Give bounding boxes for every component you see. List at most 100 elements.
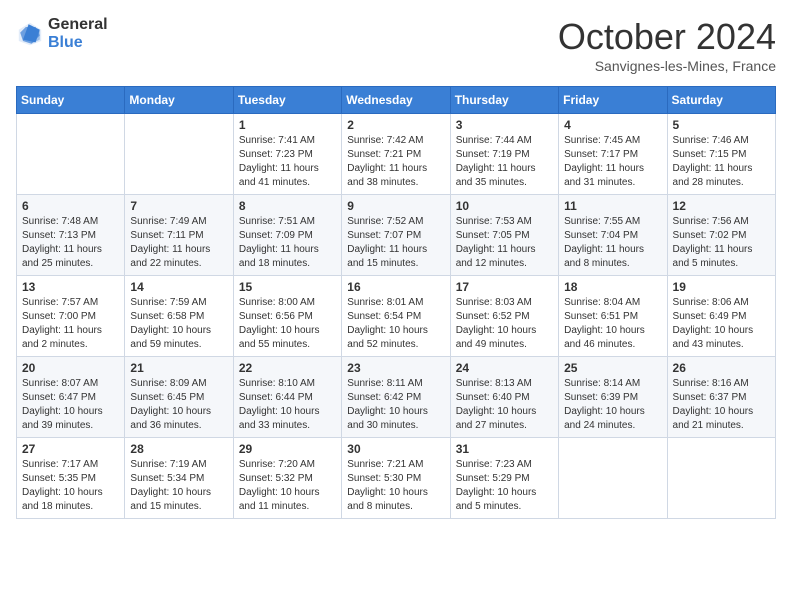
weekday-header: Thursday [450,87,558,114]
day-info: Sunrise: 7:51 AMSunset: 7:09 PMDaylight:… [239,215,336,271]
calendar-cell: 31Sunrise: 7:23 AMSunset: 5:29 PMDayligh… [450,438,558,519]
calendar-week-row: 20 Sunrise: 8:07 AMSunset: 6:47 PMDayligh… [17,357,776,438]
month-title: October 2024 [558,16,776,58]
day-info: Sunrise: 8:01 AMSunset: 6:54 PMDaylight:… [347,296,444,352]
day-info: Sunrise: 7:59 AMSunset: 6:58 PMDaylight:… [130,296,227,352]
day-number: 7 [130,199,227,213]
header-row: SundayMondayTuesdayWednesdayThursdayFrid… [17,87,776,114]
logo-general: General [48,16,108,34]
day-number: 13 [22,280,119,294]
calendar-cell: 26 Sunrise: 8:16 AMSunset: 6:37 PMDayligh… [667,357,775,438]
calendar-cell: 24Sunrise: 8:13 AMSunset: 6:40 PMDayligh… [450,357,558,438]
calendar-week-row: 27Sunrise: 7:17 AMSunset: 5:35 PMDayligh… [17,438,776,519]
title-block: October 2024 Sanvignes-les-Mines, France [558,16,776,74]
day-number: 3 [456,118,553,132]
calendar-week-row: 1Sunrise: 7:41 AMSunset: 7:23 PMDaylight… [17,114,776,195]
day-info: Sunrise: 7:41 AMSunset: 7:23 PMDaylight:… [239,134,336,190]
weekday-header: Saturday [667,87,775,114]
day-number: 30 [347,442,444,456]
day-info: Sunrise: 7:53 AMSunset: 7:05 PMDaylight:… [456,215,553,271]
day-number: 31 [456,442,553,456]
calendar-cell: 15 Sunrise: 8:00 AMSunset: 6:56 PMDayligh… [233,276,341,357]
day-info: Sunrise: 8:09 AMSunset: 6:45 PMDaylight:… [130,377,227,433]
day-info: Sunrise: 7:20 AMSunset: 5:32 PMDaylight:… [239,458,336,514]
day-info: Sunrise: 8:16 AMSunset: 6:37 PMDaylight:… [673,377,770,433]
weekday-header: Monday [125,87,233,114]
day-info: Sunrise: 7:45 AMSunset: 7:17 PMDaylight:… [564,134,661,190]
calendar-cell [559,438,667,519]
day-number: 26 [673,361,770,375]
day-number: 20 [22,361,119,375]
calendar-cell: 13 Sunrise: 7:57 AMSunset: 7:00 PMDayligh… [17,276,125,357]
calendar-cell [17,114,125,195]
day-info: Sunrise: 8:03 AMSunset: 6:52 PMDaylight:… [456,296,553,352]
calendar-cell: 22 Sunrise: 8:10 AMSunset: 6:44 PMDayligh… [233,357,341,438]
day-number: 8 [239,199,336,213]
day-number: 23 [347,361,444,375]
day-info: Sunrise: 7:55 AMSunset: 7:04 PMDaylight:… [564,215,661,271]
calendar-table: SundayMondayTuesdayWednesdayThursdayFrid… [16,86,776,519]
day-number: 22 [239,361,336,375]
day-number: 11 [564,199,661,213]
weekday-header: Sunday [17,87,125,114]
day-info: Sunrise: 7:48 AMSunset: 7:13 PMDaylight:… [22,215,119,271]
calendar-cell: 29 Sunrise: 7:20 AMSunset: 5:32 PMDayligh… [233,438,341,519]
logo: General Blue [16,16,108,51]
day-number: 29 [239,442,336,456]
day-number: 10 [456,199,553,213]
calendar-week-row: 13 Sunrise: 7:57 AMSunset: 7:00 PMDayligh… [17,276,776,357]
calendar-cell: 27Sunrise: 7:17 AMSunset: 5:35 PMDayligh… [17,438,125,519]
day-info: Sunrise: 8:04 AMSunset: 6:51 PMDaylight:… [564,296,661,352]
day-number: 9 [347,199,444,213]
calendar-cell [667,438,775,519]
calendar-cell: 23Sunrise: 8:11 AMSunset: 6:42 PMDayligh… [342,357,450,438]
calendar-cell: 6Sunrise: 7:48 AMSunset: 7:13 PMDaylight… [17,195,125,276]
day-number: 12 [673,199,770,213]
day-number: 17 [456,280,553,294]
calendar-cell: 16 Sunrise: 8:01 AMSunset: 6:54 PMDayligh… [342,276,450,357]
weekday-header: Friday [559,87,667,114]
calendar-cell: 11 Sunrise: 7:55 AMSunset: 7:04 PMDayligh… [559,195,667,276]
day-number: 27 [22,442,119,456]
calendar-cell: 25 Sunrise: 8:14 AMSunset: 6:39 PMDayligh… [559,357,667,438]
logo-text: General Blue [48,16,108,51]
calendar-week-row: 6Sunrise: 7:48 AMSunset: 7:13 PMDaylight… [17,195,776,276]
location-subtitle: Sanvignes-les-Mines, France [558,58,776,74]
day-info: Sunrise: 7:57 AMSunset: 7:00 PMDaylight:… [22,296,119,352]
day-info: Sunrise: 7:44 AMSunset: 7:19 PMDaylight:… [456,134,553,190]
calendar-cell: 28Sunrise: 7:19 AMSunset: 5:34 PMDayligh… [125,438,233,519]
calendar-cell: 18 Sunrise: 8:04 AMSunset: 6:51 PMDayligh… [559,276,667,357]
calendar-cell: 17 Sunrise: 8:03 AMSunset: 6:52 PMDayligh… [450,276,558,357]
page-header: General Blue October 2024 Sanvignes-les-… [16,16,776,74]
day-number: 25 [564,361,661,375]
logo-icon [16,20,44,48]
weekday-header: Tuesday [233,87,341,114]
calendar-cell: 1Sunrise: 7:41 AMSunset: 7:23 PMDaylight… [233,114,341,195]
day-info: Sunrise: 7:21 AMSunset: 5:30 PMDaylight:… [347,458,444,514]
day-number: 16 [347,280,444,294]
day-info: Sunrise: 8:10 AMSunset: 6:44 PMDaylight:… [239,377,336,433]
day-number: 24 [456,361,553,375]
day-info: Sunrise: 7:19 AMSunset: 5:34 PMDaylight:… [130,458,227,514]
day-info: Sunrise: 8:07 AMSunset: 6:47 PMDaylight:… [22,377,119,433]
calendar-cell: 14Sunrise: 7:59 AMSunset: 6:58 PMDayligh… [125,276,233,357]
calendar-cell: 5Sunrise: 7:46 AMSunset: 7:15 PMDaylight… [667,114,775,195]
calendar-cell [125,114,233,195]
calendar-cell: 12Sunrise: 7:56 AMSunset: 7:02 PMDayligh… [667,195,775,276]
calendar-cell: 19 Sunrise: 8:06 AMSunset: 6:49 PMDayligh… [667,276,775,357]
day-number: 2 [347,118,444,132]
day-number: 18 [564,280,661,294]
calendar-cell: 10 Sunrise: 7:53 AMSunset: 7:05 PMDayligh… [450,195,558,276]
calendar-cell: 20 Sunrise: 8:07 AMSunset: 6:47 PMDayligh… [17,357,125,438]
day-info: Sunrise: 7:42 AMSunset: 7:21 PMDaylight:… [347,134,444,190]
day-info: Sunrise: 8:00 AMSunset: 6:56 PMDaylight:… [239,296,336,352]
day-info: Sunrise: 7:46 AMSunset: 7:15 PMDaylight:… [673,134,770,190]
day-number: 19 [673,280,770,294]
calendar-cell: 3 Sunrise: 7:44 AMSunset: 7:19 PMDaylight… [450,114,558,195]
day-info: Sunrise: 8:14 AMSunset: 6:39 PMDaylight:… [564,377,661,433]
day-number: 4 [564,118,661,132]
day-info: Sunrise: 8:06 AMSunset: 6:49 PMDaylight:… [673,296,770,352]
calendar-cell: 21Sunrise: 8:09 AMSunset: 6:45 PMDayligh… [125,357,233,438]
day-number: 15 [239,280,336,294]
logo-blue: Blue [48,34,108,52]
